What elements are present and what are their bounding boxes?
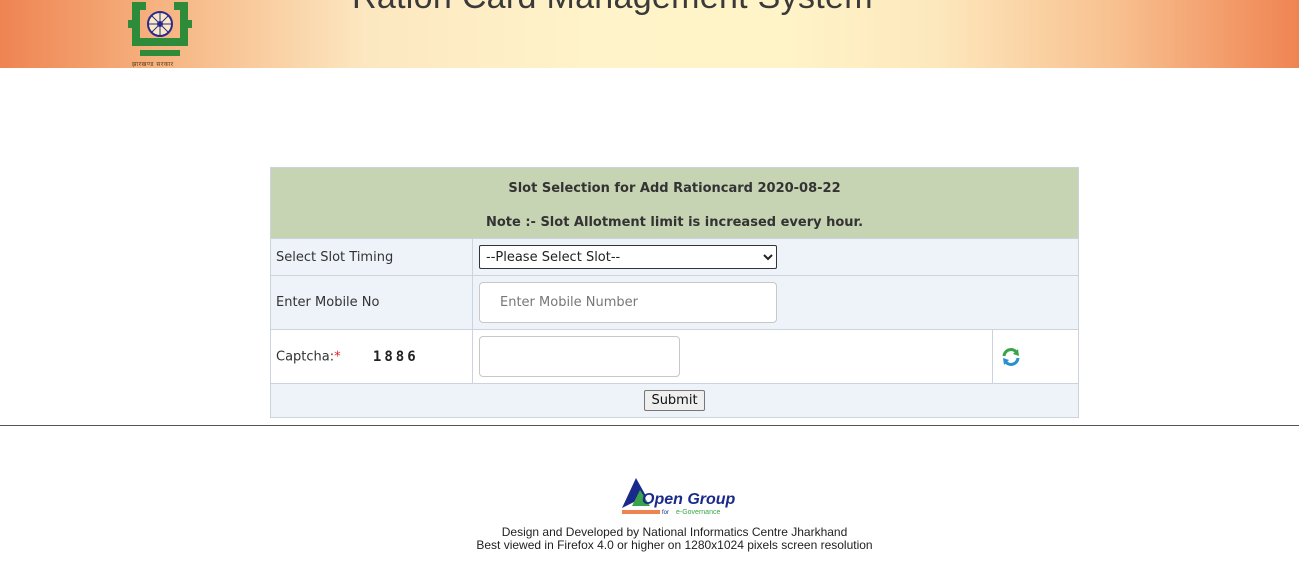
required-mark: * (334, 349, 341, 364)
logo-text: Open Group (642, 491, 736, 508)
captcha-label-cell: Captcha:* 1886 (270, 329, 473, 384)
form-note: Note :- Slot Allotment limit is increase… (485, 214, 864, 230)
submit-button[interactable]: Submit (644, 390, 705, 411)
slot-row: Select Slot Timing --Please Select Slot-… (270, 238, 1079, 276)
logo-for-text: for (662, 510, 669, 516)
refresh-captcha-icon[interactable] (1000, 346, 1022, 368)
form-table: Slot Selection for Add Rationcard 2020-0… (270, 167, 1079, 418)
mobile-input[interactable] (479, 282, 777, 323)
header-banner: झारखण्ड सरकार Ration Card Management Sys… (0, 0, 1299, 68)
footer-divider (0, 425, 1299, 426)
slot-cell: --Please Select Slot-- (472, 238, 1079, 276)
captcha-image: 1886 (346, 334, 445, 379)
form-title: Slot Selection for Add Rationcard 2020-0… (508, 180, 841, 196)
footer-browser-note: Best viewed in Firefox 4.0 or higher on … (476, 538, 873, 552)
page-title: Ration Card Management System (352, 0, 873, 17)
slot-select[interactable]: --Please Select Slot-- (479, 245, 777, 269)
logo-subtext: e-Governance (676, 509, 720, 516)
captcha-row: Captcha:* 1886 (270, 329, 1079, 384)
captcha-input-cell (472, 329, 993, 384)
slot-selection-form: Slot Selection for Add Rationcard 2020-0… (270, 167, 1079, 418)
footer: Design and Developed by National Informa… (0, 526, 1299, 552)
submit-cell: Submit (270, 383, 1079, 418)
emblem-caption: झारखण्ड सरकार (132, 61, 174, 68)
captcha-label: Captcha: (276, 349, 335, 364)
mobile-cell (472, 275, 1079, 330)
submit-row: Submit (270, 383, 1079, 418)
mobile-row: Enter Mobile No (270, 275, 1079, 330)
slot-label: Select Slot Timing (270, 238, 473, 276)
refresh-cell (992, 329, 1079, 384)
open-group-logo-icon: Open Group for e-Governance (622, 478, 736, 516)
captcha-input[interactable] (479, 336, 680, 377)
form-heading: Slot Selection for Add Rationcard 2020-0… (270, 167, 1079, 239)
jharkhand-emblem-icon (128, 2, 192, 56)
mobile-label: Enter Mobile No (270, 275, 473, 330)
